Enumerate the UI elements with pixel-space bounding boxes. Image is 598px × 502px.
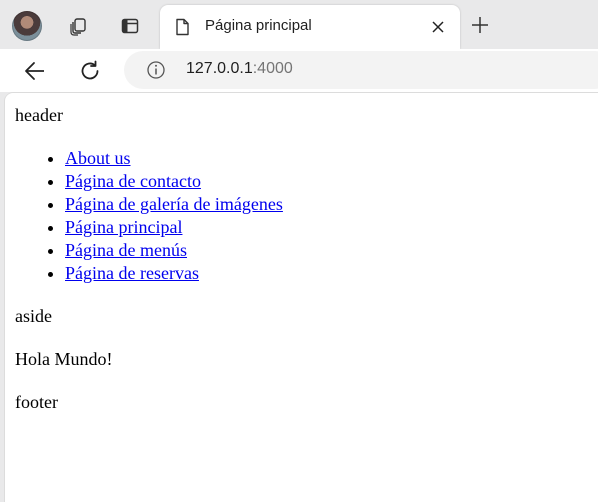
collections-icon	[68, 16, 88, 36]
active-tab[interactable]: Página principal	[160, 5, 460, 49]
nav-link-reservas[interactable]: Página de reservas	[65, 263, 199, 283]
aside-text: aside	[15, 306, 52, 326]
new-tab-button[interactable]	[467, 12, 493, 38]
tab-strip: Página principal	[0, 0, 598, 49]
main-text: Hola Mundo!	[15, 349, 113, 369]
nav-link-principal[interactable]: Página principal	[65, 217, 182, 237]
nav-item: Página principal	[65, 216, 598, 239]
info-icon	[146, 60, 166, 80]
url-text[interactable]: 127.0.0.1:4000	[186, 60, 293, 78]
tab-close-button[interactable]	[428, 17, 448, 37]
page-body: header About us Página de contacto Págin…	[5, 93, 598, 414]
refresh-button[interactable]	[76, 57, 104, 85]
nav-item: About us	[65, 147, 598, 170]
header-text: header	[15, 105, 63, 125]
url-host: 127.0.0.1	[186, 60, 253, 77]
nav-list: About us Página de contacto Página de ga…	[15, 147, 598, 285]
tab-actions-icon	[120, 16, 140, 36]
nav-item: Página de contacto	[65, 170, 598, 193]
nav-link-menus[interactable]: Página de menús	[65, 240, 187, 260]
nav-item: Página de galería de imágenes	[65, 193, 598, 216]
address-bar[interactable]: 127.0.0.1:4000	[124, 51, 598, 89]
tab-actions-button[interactable]	[115, 11, 145, 41]
nav-link-about-us[interactable]: About us	[65, 148, 131, 168]
navigation-toolbar: 127.0.0.1:4000	[0, 49, 598, 92]
url-port: :4000	[252, 60, 293, 77]
nav-link-galeria[interactable]: Página de galería de imágenes	[65, 194, 283, 214]
site-info-button[interactable]	[146, 60, 166, 80]
nav-item: Página de reservas	[65, 262, 598, 285]
back-button[interactable]	[21, 57, 49, 85]
refresh-icon	[78, 59, 102, 83]
browser-window: Página principal 127.0.0.1:4000 header •…	[0, 0, 598, 502]
nav-item: Página de menús	[65, 239, 598, 262]
page-viewport: header About us Página de contacto Págin…	[5, 93, 598, 502]
back-arrow-icon	[23, 59, 47, 83]
close-icon	[431, 20, 445, 34]
tab-title: Página principal	[205, 17, 312, 34]
plus-icon	[471, 16, 489, 34]
collections-button[interactable]	[63, 11, 93, 41]
nav-link-contacto[interactable]: Página de contacto	[65, 171, 201, 191]
footer-text: footer	[15, 392, 58, 412]
document-icon	[173, 18, 191, 36]
profile-avatar[interactable]	[12, 11, 42, 41]
